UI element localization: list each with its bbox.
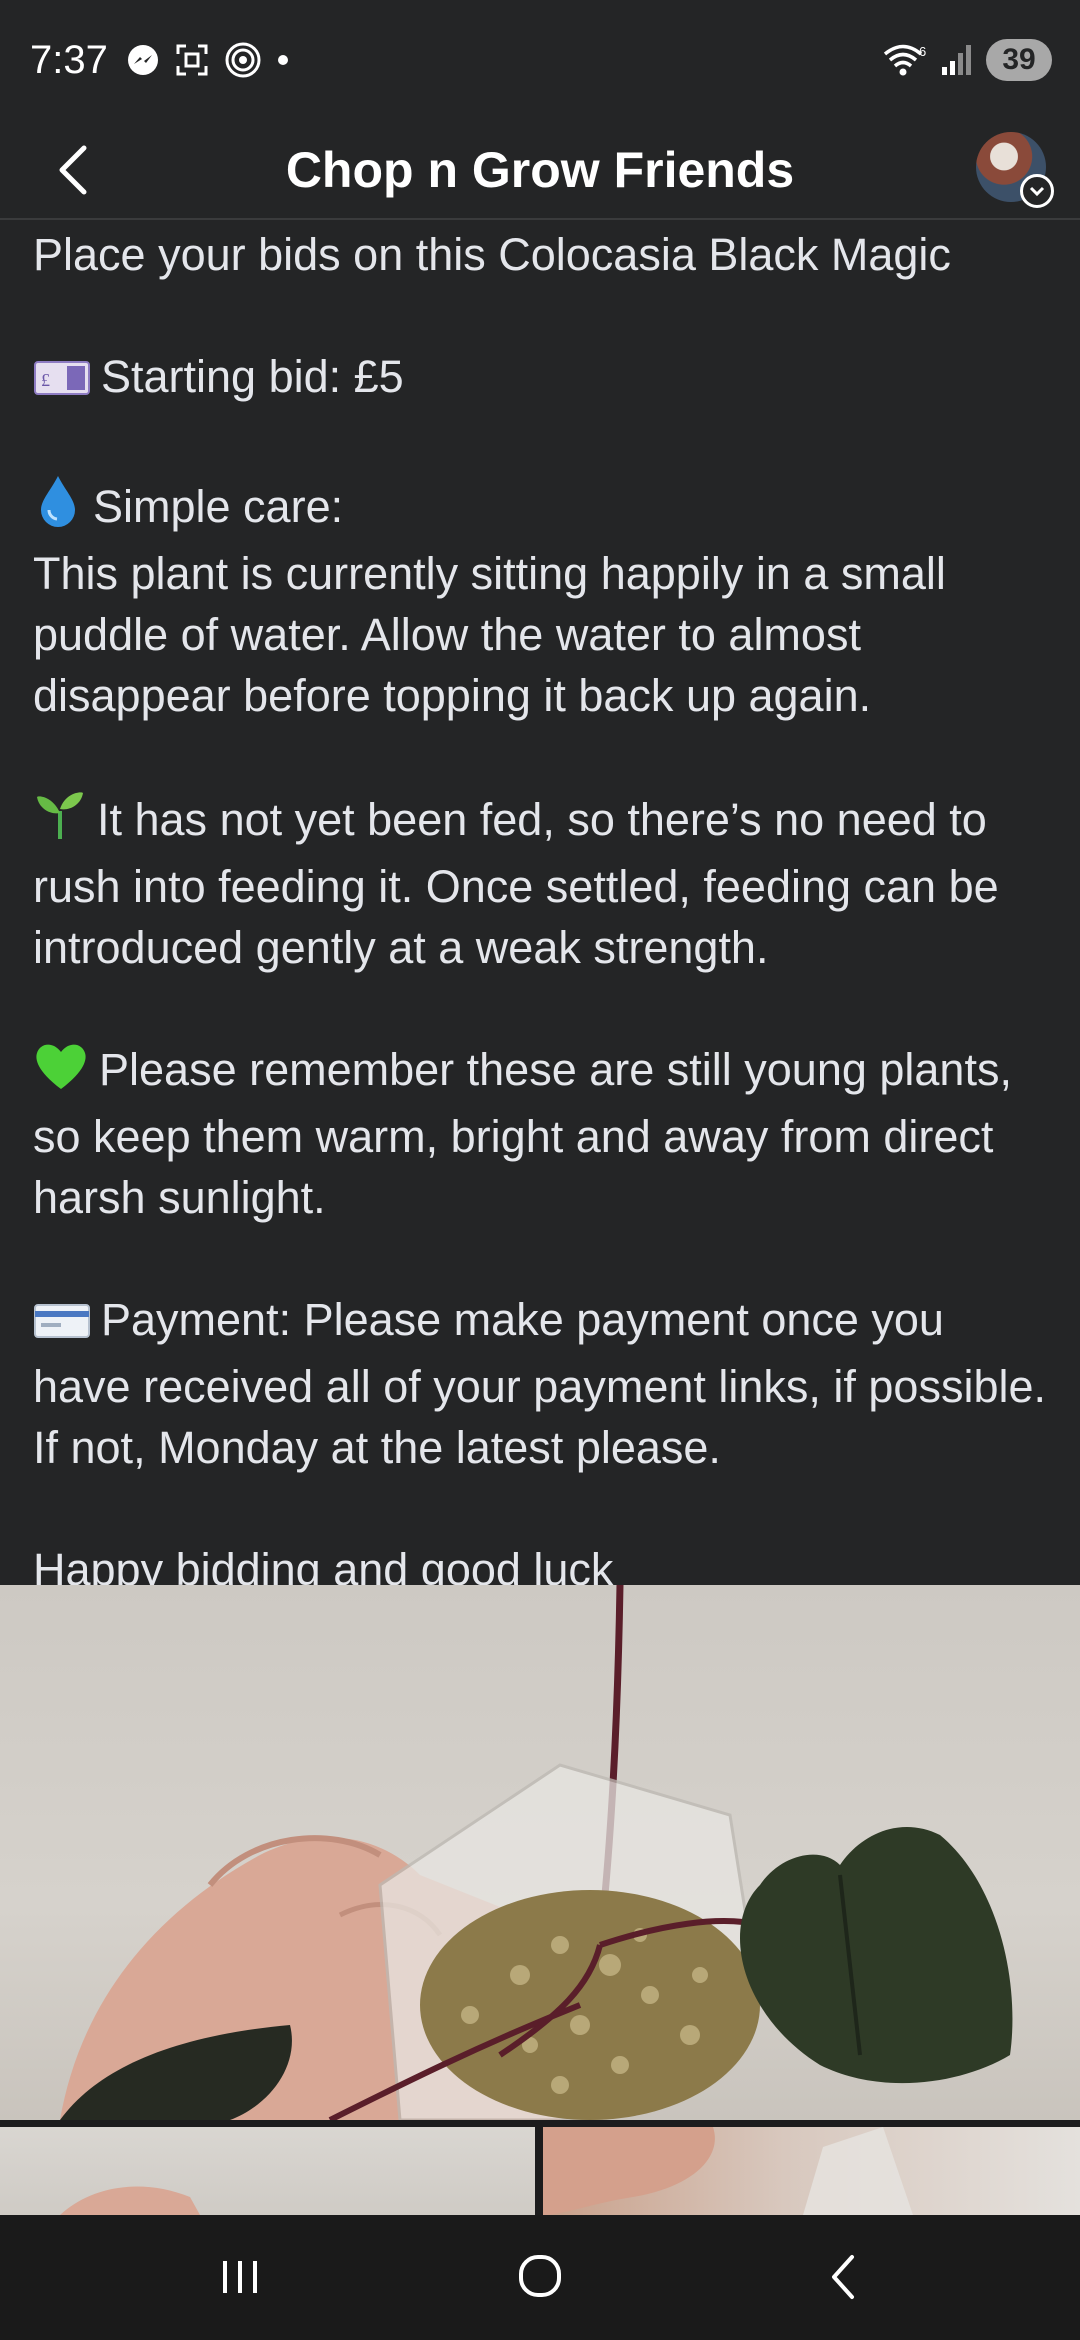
svg-text:£: £ <box>41 370 50 390</box>
nav-back-button[interactable] <box>810 2247 880 2307</box>
payment-text: Payment: Please make payment once you ha… <box>33 1294 1047 1473</box>
wifi-icon: 6 <box>883 44 926 76</box>
plant-photo-image <box>60 1585 1013 2120</box>
young-text: Please remember these are still young pl… <box>33 1044 1012 1223</box>
status-bar: 7:37 6 39 <box>0 0 1080 120</box>
photo-divider <box>0 2120 1080 2127</box>
dot-icon <box>277 55 288 65</box>
recents-button[interactable] <box>205 2247 275 2307</box>
starting-bid-text: Starting bid: £5 <box>101 351 404 402</box>
screenshot-icon <box>176 44 208 76</box>
thumb-gap <box>535 2127 543 2215</box>
messenger-icon <box>127 45 158 75</box>
droplet-emoji-icon <box>33 474 83 543</box>
system-nav-bar <box>0 2215 1080 2340</box>
hotspot-icon <box>225 42 261 78</box>
post-intro: Place your bids on this Colocasia Black … <box>33 229 951 280</box>
seedling-emoji-icon <box>33 787 87 856</box>
fed-line: It has not yet been fed, so there’s no n… <box>33 787 1053 978</box>
battery-indicator: 39 <box>986 39 1052 81</box>
starting-bid-line: £ Starting bid: £5 <box>33 346 1053 413</box>
care-text: This plant is currently sitting happily … <box>33 548 946 721</box>
credit-card-emoji-icon <box>33 1295 91 1356</box>
signal-icon <box>942 45 971 75</box>
plant-photo-thumb-1-image <box>60 2186 200 2215</box>
care-heading-text: Simple care: <box>93 481 344 532</box>
post-photo-thumb-2[interactable] <box>543 2127 1080 2215</box>
fed-text: It has not yet been fed, so there’s no n… <box>33 794 999 973</box>
post-photo-thumb-1[interactable] <box>0 2127 535 2215</box>
post-body: Place your bids on this Colocasia Black … <box>33 224 1053 1600</box>
care-heading-line: Simple care: <box>33 474 1053 543</box>
nav-back-icon <box>832 2255 854 2299</box>
post-photo-main[interactable] <box>0 1585 1080 2120</box>
green-heart-emoji-icon <box>33 1039 89 1106</box>
young-line: Please remember these are still young pl… <box>33 1039 1053 1228</box>
status-right: 6 39 <box>882 39 1052 81</box>
home-icon <box>519 2255 561 2297</box>
payment-line: Payment: Please make payment once you ha… <box>33 1289 1053 1478</box>
screen: 7:37 6 39 Chop n Grow Friends Place your… <box>0 0 1080 2340</box>
header: Chop n Grow Friends <box>0 120 1080 220</box>
plant-photo-thumb-2-image <box>543 2127 913 2215</box>
wifi-badge: 6 <box>919 44 926 59</box>
chevron-down-icon <box>1029 186 1045 197</box>
banknote-emoji-icon: £ <box>33 352 91 413</box>
home-button[interactable] <box>505 2247 575 2307</box>
status-time: 7:37 <box>30 37 108 82</box>
avatar-menu-button[interactable] <box>1020 174 1054 208</box>
group-title[interactable]: Chop n Grow Friends <box>0 120 1080 220</box>
status-left-icons <box>126 41 290 79</box>
recents-icon <box>223 2261 257 2293</box>
